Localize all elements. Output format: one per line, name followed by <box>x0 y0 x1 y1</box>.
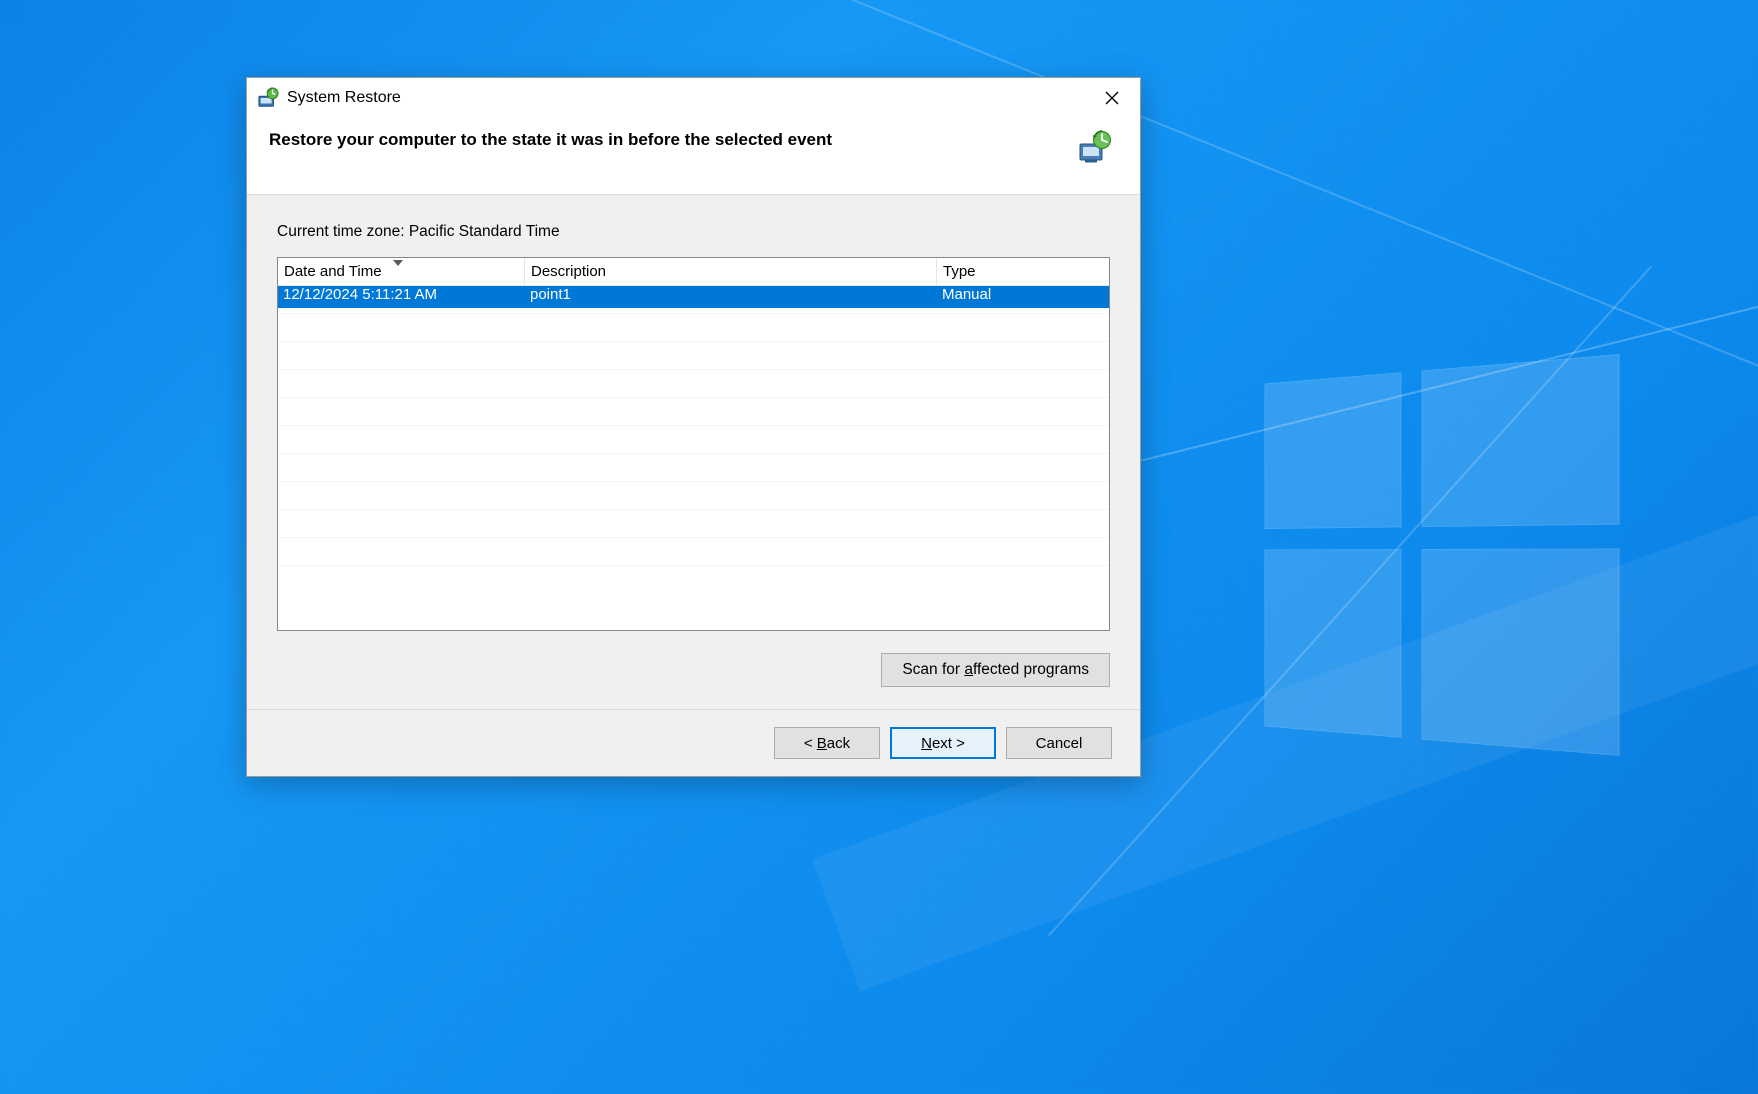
column-label: Description <box>531 263 606 280</box>
window-title: System Restore <box>287 89 1090 107</box>
table-body: 12/12/2024 5:11:21 AM point1 Manual <box>278 286 1109 630</box>
button-accel: B <box>817 735 827 752</box>
content-area: Current time zone: Pacific Standard Time… <box>247 195 1140 709</box>
cancel-button[interactable]: Cancel <box>1006 727 1112 759</box>
wizard-footer: < Back Next > Cancel <box>247 709 1140 776</box>
cell-type: Manual <box>937 286 1109 308</box>
column-label: Type <box>943 263 976 280</box>
button-label-part: ack <box>827 735 850 752</box>
header-area: Restore your computer to the state it wa… <box>247 118 1140 195</box>
button-label: Cancel <box>1036 735 1083 752</box>
button-label-part: Scan for <box>902 661 964 678</box>
timezone-value: Pacific Standard Time <box>409 223 560 240</box>
back-button[interactable]: < Back <box>774 727 880 759</box>
column-header-type[interactable]: Type <box>937 258 1109 285</box>
button-label-part: ext > <box>932 735 965 752</box>
system-restore-icon <box>1078 130 1112 164</box>
scan-button-row: Scan for affected programs <box>277 653 1110 687</box>
sort-descending-icon <box>393 257 403 269</box>
button-label-part: ffected programs <box>973 661 1089 678</box>
column-header-date[interactable]: Date and Time <box>278 258 525 285</box>
windows-logo-icon <box>1265 354 1620 756</box>
table-header: Date and Time Description Type <box>278 258 1109 286</box>
titlebar: System Restore <box>247 78 1140 118</box>
system-restore-icon <box>257 87 279 109</box>
timezone-label: Current time zone: Pacific Standard Time <box>277 223 1110 241</box>
close-button[interactable] <box>1090 83 1134 113</box>
restore-points-table[interactable]: Date and Time Description Type 12/12/ <box>277 257 1110 631</box>
column-header-description[interactable]: Description <box>525 258 937 285</box>
column-label: Date and Time <box>284 263 382 280</box>
close-icon <box>1105 91 1119 105</box>
button-label-part: < <box>804 735 817 752</box>
button-accel: N <box>921 735 932 752</box>
page-title: Restore your computer to the state it wa… <box>269 130 832 150</box>
cell-date: 12/12/2024 5:11:21 AM <box>278 286 525 308</box>
timezone-prefix: Current time zone: <box>277 223 409 240</box>
button-accel: a <box>964 661 973 678</box>
system-restore-dialog: System Restore Restore your computer to … <box>246 77 1141 777</box>
table-row[interactable]: 12/12/2024 5:11:21 AM point1 Manual <box>278 286 1109 308</box>
cell-description: point1 <box>525 286 937 308</box>
grid-lines <box>278 286 1109 630</box>
scan-affected-programs-button[interactable]: Scan for affected programs <box>881 653 1110 687</box>
next-button[interactable]: Next > <box>890 727 996 759</box>
